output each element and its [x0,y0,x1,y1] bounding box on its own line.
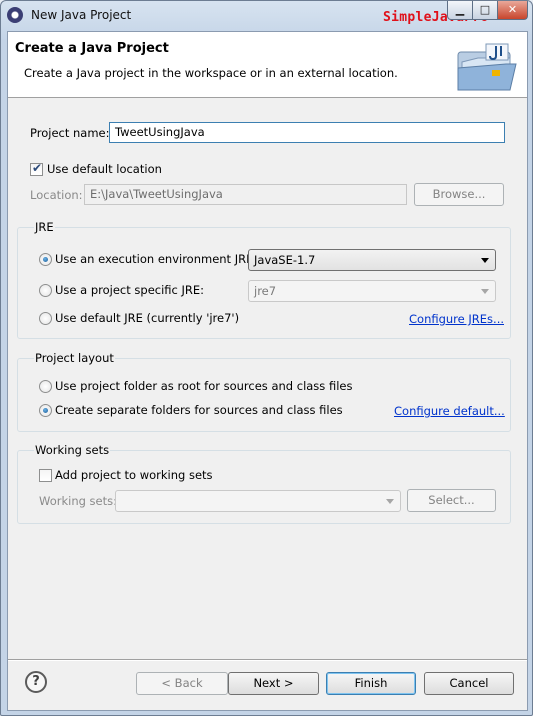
new-java-project-window: New Java Project SimpleJavaPro ▁ □ ✕ Cre… [0,0,533,716]
project-specific-jre-label: Use a project specific JRE: [55,283,205,297]
wizard-header: Create a Java Project Create a Java proj… [8,32,527,98]
close-icon: ✕ [507,3,518,16]
add-to-working-sets-checkbox[interactable] [39,469,52,482]
project-specific-jre-value: jre7 [254,284,277,298]
project-layout-group [17,358,511,432]
separate-folders-label: Create separate folders for sources and … [55,403,343,417]
project-layout-group-title: Project layout [34,351,115,365]
working-sets-group [17,450,511,524]
separate-folders-radio[interactable] [39,404,52,417]
page-title: Create a Java Project [15,41,169,56]
configure-jres-link[interactable]: Configure JREs... [409,312,504,326]
maximize-icon: □ [479,3,491,16]
project-name-input[interactable]: TweetUsingJava [109,122,505,143]
project-folder-root-radio[interactable] [39,380,52,393]
location-input[interactable]: E:\Java\TweetUsingJava [84,184,407,205]
close-button[interactable]: ✕ [497,1,528,20]
project-folder-root-label: Use project folder as root for sources a… [55,379,353,393]
use-default-location-checkbox[interactable]: ✔ [30,161,43,176]
execution-env-value: JavaSE-1.7 [254,253,316,267]
working-sets-group-title: Working sets [34,443,111,457]
maximize-button[interactable]: □ [472,1,498,20]
select-working-sets-button[interactable]: Select... [407,489,496,512]
checkmark-icon: ✔ [32,161,43,175]
next-button[interactable]: Next > [228,672,319,695]
project-specific-jre-radio[interactable] [39,284,52,297]
minimize-icon: ▁ [455,3,465,16]
chevron-down-icon [481,289,489,294]
finish-button[interactable]: Finish [326,672,416,695]
execution-env-jre-label: Use an execution environment JRE: [55,252,258,266]
configure-default-link[interactable]: Configure default... [394,404,505,418]
page-description: Create a Java project in the workspace o… [24,66,398,80]
dialog-client-area: Create a Java Project Create a Java proj… [7,31,528,711]
project-name-label: Project name: [30,126,110,140]
window-title: New Java Project [31,8,132,22]
chevron-down-icon [386,499,394,504]
help-icon[interactable]: ? [25,671,47,693]
project-specific-jre-select[interactable]: jre7 [248,280,496,302]
default-jre-radio[interactable] [39,312,52,325]
cancel-button[interactable]: Cancel [424,672,514,695]
location-label: Location: [30,188,83,202]
working-sets-select[interactable] [115,490,401,512]
java-project-folder-icon [457,43,517,91]
working-sets-label: Working sets: [39,494,118,508]
title-bar[interactable]: New Java Project SimpleJavaPro ▁ □ ✕ [1,1,532,31]
execution-env-select[interactable]: JavaSE-1.7 [248,249,496,271]
minimize-button[interactable]: ▁ [447,1,473,20]
add-to-working-sets-label: Add project to working sets [55,468,213,482]
footer-separator [8,659,527,661]
execution-env-jre-radio[interactable] [39,253,52,266]
default-jre-label: Use default JRE (currently 'jre7') [55,311,240,325]
chevron-down-icon [481,258,489,263]
eclipse-app-icon [7,7,23,23]
browse-button[interactable]: Browse... [414,183,504,206]
use-default-location-label: Use default location [47,162,162,176]
jre-group-title: JRE [34,220,55,234]
back-button[interactable]: < Back [136,672,228,695]
